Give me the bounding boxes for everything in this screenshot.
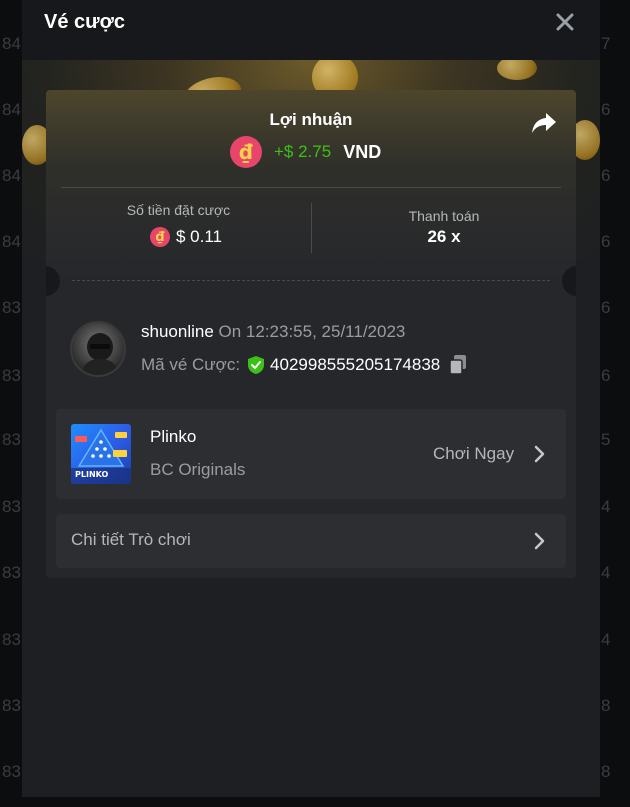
dashed-separator <box>72 280 550 281</box>
chevron-right-icon <box>534 445 545 463</box>
plinko-thumb-label: PLINKO <box>75 470 109 479</box>
bg-number: 4 <box>601 563 611 582</box>
bg-number: 4 <box>601 497 611 516</box>
bg-number: 83 <box>2 298 21 317</box>
payout-label: Thanh toán <box>408 208 480 224</box>
copy-button[interactable] <box>448 354 468 376</box>
bet-amount-value-row: ₫ $ 0.11 <box>150 227 222 247</box>
modal-title: Vé cược <box>44 11 125 33</box>
bg-number: 6 <box>601 366 611 385</box>
verified-shield-icon <box>248 356 265 374</box>
bg-number: 84 <box>2 232 21 251</box>
bet-amount-label: Số tiền đặt cược <box>126 202 231 218</box>
profit-currency: VND <box>343 141 382 162</box>
profit-row: ₫ +$ 2.75 VND <box>230 136 381 168</box>
bg-number: 83 <box>2 630 21 649</box>
modal-header: Vé cược <box>22 0 600 60</box>
game-details-label: Chi tiết Trò chơi <box>71 530 191 549</box>
bet-ticket-modal: Vé cược Lợi nhuận ₫ +$ 2.75 VND Số tiền <box>22 0 600 797</box>
bg-number: 84 <box>2 34 21 53</box>
game-provider: BC Originals <box>150 460 246 479</box>
profit-value: +$ 2.75 <box>274 142 332 161</box>
bg-number: 6 <box>601 166 611 185</box>
game-name: Plinko <box>150 427 197 446</box>
bg-number: 6 <box>601 232 611 251</box>
share-icon <box>532 113 556 133</box>
bg-number: 8 <box>601 696 611 715</box>
game-details-row[interactable]: Chi tiết Trò chơi <box>56 514 566 568</box>
avatar[interactable] <box>70 321 126 377</box>
close-icon <box>556 13 574 31</box>
ticket-id-label: Mã vé Cược: <box>141 355 241 374</box>
bg-number: 83 <box>2 366 21 385</box>
play-now-button[interactable]: Chơi Ngay <box>433 444 514 464</box>
coin-decoration <box>497 60 537 80</box>
avatar-figure-icon <box>80 333 120 375</box>
bg-number: 7 <box>601 34 611 53</box>
bg-number: 8 <box>601 762 611 781</box>
ticket-id-line: Mã vé Cược: 402998555205174838 <box>141 354 468 376</box>
bg-number: 4 <box>601 630 611 649</box>
share-button[interactable] <box>530 110 558 136</box>
chevron-right-icon <box>534 532 545 550</box>
game-card[interactable]: PLINKO Plinko BC Originals Chơi Ngay <box>56 409 566 499</box>
profit-label: Lợi nhuận <box>269 110 353 129</box>
payout-value: 26 x <box>427 227 461 246</box>
username[interactable]: shuonline <box>141 322 214 341</box>
bet-time: On 12:23:55, 25/11/2023 <box>218 322 406 341</box>
bg-number: 6 <box>601 100 611 119</box>
vnd-coin-icon: ₫ <box>150 227 170 247</box>
bg-number: 83 <box>2 497 21 516</box>
user-info-line: shuonline On 12:23:55, 25/11/2023 <box>141 322 405 342</box>
bg-number: 6 <box>601 298 611 317</box>
bg-number: 83 <box>2 563 21 582</box>
bet-ticket-card: Lợi nhuận ₫ +$ 2.75 VND Số tiền đặt cược… <box>46 90 576 578</box>
close-button[interactable] <box>553 10 577 34</box>
divider <box>61 187 561 188</box>
bg-number: 5 <box>601 430 611 449</box>
bg-number: 83 <box>2 430 21 449</box>
bg-number: 83 <box>2 762 21 781</box>
bg-number: 84 <box>2 166 21 185</box>
bet-amount-value: $ 0.11 <box>176 227 223 246</box>
bg-number: 84 <box>2 100 21 119</box>
bg-number: 83 <box>2 696 21 715</box>
ticket-id: 402998555205174838 <box>270 355 441 374</box>
plinko-thumbnail: PLINKO <box>71 424 131 484</box>
vnd-coin-icon: ₫ <box>230 136 262 168</box>
